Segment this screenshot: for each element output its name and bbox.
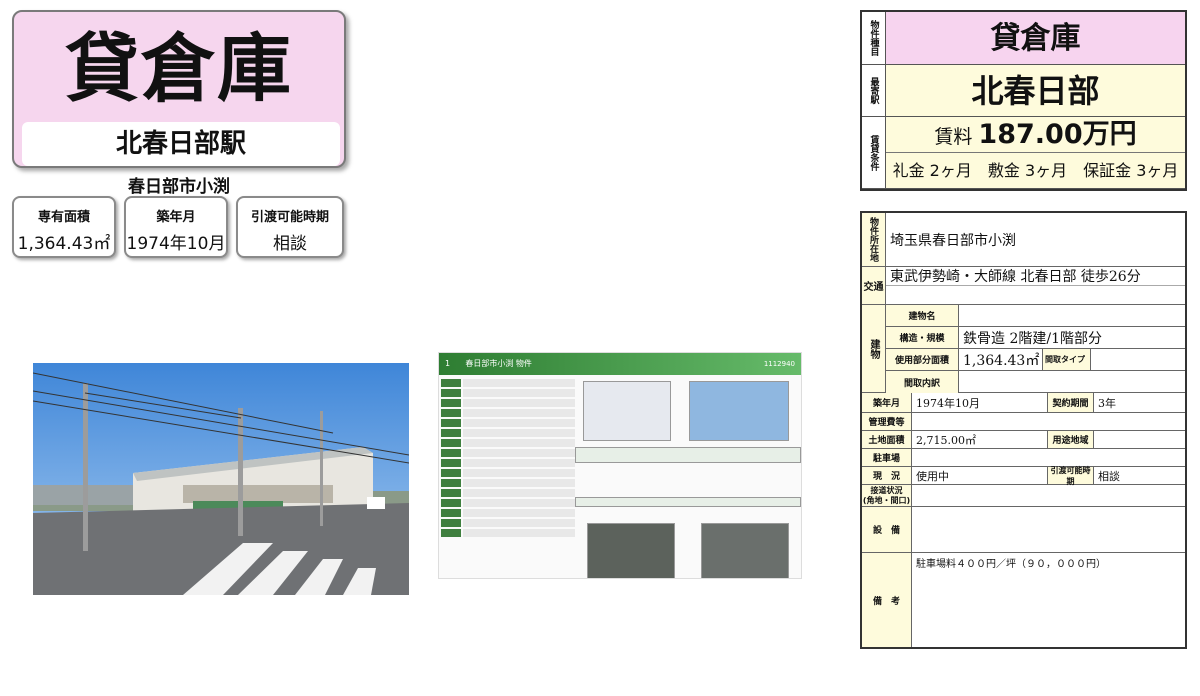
status-label: 現 況 — [862, 467, 912, 484]
total-row-thumbnail — [575, 497, 801, 507]
property-photo — [33, 363, 409, 595]
row-road: 接道状況 (角地・間口) — [862, 485, 1185, 507]
summary-sheet: 物件種目 貸倉庫 最寄駅 北春日部 賃貸条件 賃料 187.00万円 礼金 2ヶ… — [860, 10, 1187, 191]
summary-type-value: 貸倉庫 — [990, 21, 1081, 56]
zoning-label: 用途地域 — [1048, 431, 1094, 448]
handover-value: 相談 — [1098, 469, 1120, 483]
row-building: 建物 建物名 構造・規模 鉄骨造 2階建/1階部分 使用部分面積 1,364.4… — [862, 305, 1185, 393]
document-detail-table — [441, 379, 575, 575]
info-box-value: 1974年10月 — [126, 234, 226, 254]
remarks-value: 駐車場料４００円／坪（９０，０００円） — [916, 559, 1106, 570]
status-value: 使用中 — [912, 467, 1048, 484]
building-name-value — [959, 305, 1185, 326]
summary-station-value: 北春日部 — [971, 72, 1100, 110]
document-header-number: 1 — [445, 359, 451, 368]
summary-type-label: 物件種目 — [862, 12, 886, 64]
structure-value: 鉄骨造 2階建/1階部分 — [963, 330, 1102, 347]
row-management: 管理費等 — [862, 413, 1185, 431]
row-land: 土地面積 2,715.00㎡ 用途地域 — [862, 431, 1185, 449]
row-parking: 駐車場 — [862, 449, 1185, 467]
row-transport: 交通 東武伊勢崎・大師線 北春日部 徒歩26分 — [862, 267, 1185, 305]
management-label: 管理費等 — [862, 413, 912, 430]
info-box-label: 引渡可能時期 — [250, 210, 329, 225]
document-header-id: 1112940 — [763, 360, 795, 368]
rent-line: 賃料 187.00万円 — [886, 117, 1185, 153]
info-box-handover: 引渡可能時期 相談 — [236, 196, 344, 258]
interior-photo-2-thumbnail — [701, 523, 789, 578]
station-banner: 北春日部駅 — [22, 122, 340, 166]
road-label-sub: (角地・間口) — [862, 495, 911, 505]
building-name-label: 建物名 — [886, 305, 959, 326]
transaction-table-thumbnail — [575, 447, 801, 463]
summary-station-label: 最寄駅 — [862, 65, 886, 116]
contract-value: 3年 — [1098, 396, 1116, 410]
land-value: 2,715.00㎡ — [912, 431, 1048, 448]
built-label: 築年月 — [862, 393, 912, 412]
info-box-value: 1,364.43㎡ — [17, 234, 111, 254]
remarks-label: 備 考 — [862, 553, 912, 647]
info-box-area: 専有面積 1,364.43㎡ — [12, 196, 116, 258]
interior-photo-1-thumbnail — [587, 523, 675, 578]
transport-label: 交通 — [862, 267, 886, 304]
structure-label: 構造・規模 — [886, 327, 959, 348]
transport-value: 東武伊勢崎・大師線 北春日部 徒歩26分 — [886, 267, 1185, 286]
document-header-title: 春日部市小渕 物件 — [465, 359, 532, 368]
layout-detail-label: 間取内訳 — [886, 371, 959, 393]
equipment-label: 設 備 — [862, 507, 912, 552]
info-box-value: 相談 — [273, 234, 307, 254]
document-header: 1 春日部市小渕 物件 1112940 — [439, 353, 801, 375]
map-thumbnail — [583, 381, 671, 441]
street-scene-image — [33, 363, 409, 595]
area-value: 1,364.43㎡ — [959, 349, 1043, 370]
fees-line: 礼金 2ヶ月 敷金 3ヶ月 保証金 3ヶ月 — [892, 161, 1179, 180]
info-box-label: 築年月 — [156, 210, 196, 225]
road-label: 接道状況 (角地・間口) — [862, 485, 912, 506]
detail-sheet: 物件所在地 埼玉県春日部市小渕 交通 東武伊勢崎・大師線 北春日部 徒歩26分 … — [860, 211, 1187, 649]
building-label: 建物 — [862, 305, 886, 392]
row-location: 物件所在地 埼玉県春日部市小渕 — [862, 213, 1185, 267]
summary-type-row: 物件種目 貸倉庫 — [862, 12, 1185, 65]
row-remarks: 備 考 駐車場料４００円／坪（９０，０００円） — [862, 553, 1185, 647]
summary-terms-row: 賃貸条件 賃料 187.00万円 礼金 2ヶ月 敷金 3ヶ月 保証金 3ヶ月 — [862, 117, 1185, 189]
row-built: 築年月 1974年10月 契約期間 3年 — [862, 393, 1185, 413]
road-label-text: 接道状況 — [870, 485, 903, 495]
layout-type-label: 間取タイプ — [1043, 349, 1091, 370]
listing-document-thumbnail: 1 春日部市小渕 物件 1112940 — [438, 352, 802, 579]
contract-label: 契約期間 — [1048, 393, 1094, 412]
info-box-label: 専有面積 — [37, 210, 90, 225]
rent-value: 187.00万円 — [978, 119, 1137, 150]
summary-station-row: 最寄駅 北春日部 — [862, 65, 1185, 117]
location-label: 物件所在地 — [862, 213, 886, 266]
address-short: 春日部市小渕 — [128, 177, 230, 197]
property-type-title: 貸倉庫 — [65, 26, 293, 112]
rent-prefix: 賃料 — [934, 126, 973, 148]
parking-label: 駐車場 — [862, 449, 912, 466]
land-label: 土地面積 — [862, 431, 912, 448]
built-value: 1974年10月 — [912, 393, 1048, 412]
handover-label: 引渡可能時期 — [1048, 466, 1094, 486]
row-equipment: 設 備 — [862, 507, 1185, 553]
summary-terms-label: 賃貸条件 — [862, 117, 886, 188]
area-label: 使用部分面積 — [886, 349, 959, 370]
title-card: 貸倉庫 北春日部駅 — [12, 10, 346, 168]
row-status: 現 況 使用中 引渡可能時期 相談 — [862, 466, 1185, 486]
exterior-photo-thumbnail — [689, 381, 789, 441]
info-box-built: 築年月 1974年10月 — [124, 196, 228, 258]
location-value: 埼玉県春日部市小渕 — [890, 232, 1016, 249]
